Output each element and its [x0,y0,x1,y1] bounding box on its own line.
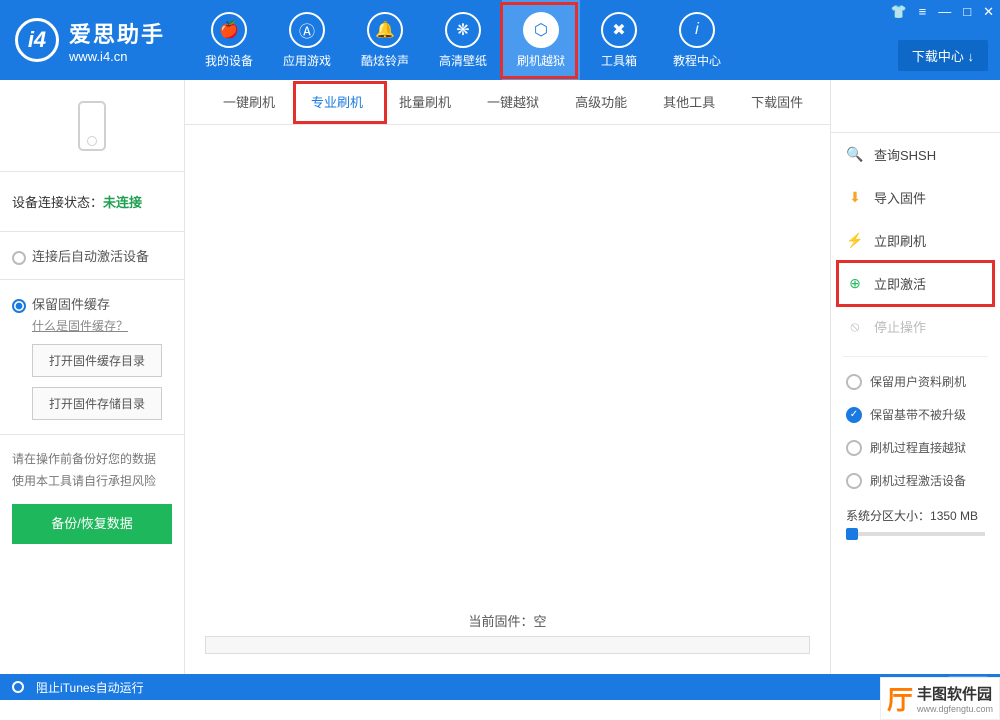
logo-area: i4 爱思助手 www.i4.cn [0,17,190,64]
open-store-dir-button[interactable]: 打开固件存储目录 [32,387,162,420]
box-icon: ⬡ [523,12,559,48]
watermark: 厅 丰图软件园www.dgfengtu.com [880,677,1000,720]
option-keep-user-data[interactable]: 保留用户资料刷机 [831,365,1000,398]
nav-my-device[interactable]: 🍎我的设备 [190,0,268,80]
radio-icon[interactable] [12,251,26,265]
action-import-firmware[interactable]: ⬇导入固件 [831,176,1000,219]
radio-checked-icon [846,407,862,423]
tab-pro-flash[interactable]: 专业刷机 [293,80,381,125]
info-icon: 𝑖 [679,12,715,48]
globe-icon: ⊕ [846,275,864,293]
nav-ringtones[interactable]: 🔔酷炫铃声 [346,0,424,80]
left-sidebar: 设备连接状态：未连接 连接后自动激活设备 保留固件缓存 什么是固件缓存？ 打开固… [0,80,185,674]
status-bar: 阻止iTunes自动运行 V7.72 检查 [0,674,1000,700]
nav-apps[interactable]: Ⓐ应用游戏 [268,0,346,80]
action-flash-now[interactable]: ⚡立即刷机 [831,219,1000,262]
center-panel: 一键刷机 专业刷机 批量刷机 一键越狱 高级功能 其他工具 下载固件 当前固件：… [185,80,830,674]
device-preview [0,80,184,172]
app-url: www.i4.cn [69,49,165,64]
status-value: 未连接 [103,195,142,210]
sub-tab-bar: 一键刷机 专业刷机 批量刷机 一键越狱 高级功能 其他工具 下载固件 [185,80,830,125]
minimize-icon[interactable]: — [938,4,951,20]
appstore-icon: Ⓐ [289,12,325,48]
close-icon[interactable]: ✕ [983,4,994,20]
radio-icon[interactable] [12,681,24,693]
flash-icon: ⚡ [846,232,864,250]
tab-oneclick-flash[interactable]: 一键刷机 [205,80,293,125]
partition-slider[interactable] [846,532,985,536]
action-query-shsh[interactable]: 🔍查询SHSH [831,133,1000,176]
auto-activate-section: 连接后自动激活设备 [0,232,184,280]
tab-advanced[interactable]: 高级功能 [557,80,645,125]
partition-size: 系统分区大小：1350 MB [831,497,1000,546]
backup-section: 请在操作前备份好您的数据 使用本工具请自行承担风险 备份/恢复数据 [0,435,184,558]
action-stop: ⦸停止操作 [831,305,1000,348]
divider [843,356,988,357]
radio-icon [846,473,862,489]
option-keep-baseband[interactable]: 保留基带不被升级 [831,398,1000,431]
radio-icon [846,374,862,390]
app-title: 爱思助手 [69,17,165,49]
option-jailbreak[interactable]: 刷机过程直接越狱 [831,431,1000,464]
tab-other-tools[interactable]: 其他工具 [645,80,733,125]
tshirt-icon[interactable]: 👕 [890,4,906,20]
radio-checked-icon[interactable] [12,299,26,313]
nav-flash-jailbreak[interactable]: ⬡刷机越狱 [502,0,580,80]
phone-icon [78,101,106,151]
watermark-logo-icon: 厅 [887,680,913,717]
apple-icon: 🍎 [211,12,247,48]
main-nav: 🍎我的设备 Ⓐ应用游戏 🔔酷炫铃声 ❋高清壁纸 ⬡刷机越狱 ✖工具箱 𝑖教程中心 [190,0,736,80]
app-header: i4 爱思助手 www.i4.cn 🍎我的设备 Ⓐ应用游戏 🔔酷炫铃声 ❋高清壁… [0,0,1000,80]
maximize-icon[interactable]: □ [963,4,971,20]
stop-icon: ⦸ [846,318,864,336]
current-firmware-label: 当前固件：空 [205,611,810,630]
window-controls: 👕 ≡ — □ ✕ [890,4,994,20]
tab-download-fw[interactable]: 下载固件 [733,80,821,125]
logo-icon: i4 [15,18,59,62]
flower-icon: ❋ [445,12,481,48]
firmware-area: 当前固件：空 [185,125,830,674]
backup-restore-button[interactable]: 备份/恢复数据 [12,504,172,543]
radio-icon [846,440,862,456]
nav-toolbox[interactable]: ✖工具箱 [580,0,658,80]
nav-tutorials[interactable]: 𝑖教程中心 [658,0,736,80]
bell-icon: 🔔 [367,12,403,48]
cache-help-link[interactable]: 什么是固件缓存？ [32,317,172,334]
nav-wallpaper[interactable]: ❋高清壁纸 [424,0,502,80]
progress-bar [205,636,810,654]
download-center-button[interactable]: 下载中心 ↓ [898,40,988,71]
tools-icon: ✖ [601,12,637,48]
import-icon: ⬇ [846,189,864,207]
itunes-block-toggle[interactable]: 阻止iTunes自动运行 [36,679,144,696]
open-cache-dir-button[interactable]: 打开固件缓存目录 [32,344,162,377]
search-icon: 🔍 [846,146,864,164]
tab-oneclick-jailbreak[interactable]: 一键越狱 [469,80,557,125]
connection-status: 设备连接状态：未连接 [0,172,184,232]
cache-section: 保留固件缓存 什么是固件缓存？ 打开固件缓存目录 打开固件存储目录 [0,280,184,435]
menu-icon[interactable]: ≡ [919,4,927,20]
tab-batch-flash[interactable]: 批量刷机 [381,80,469,125]
right-sidebar: 🔍查询SHSH ⬇导入固件 ⚡立即刷机 ⊕立即激活 ⦸停止操作 保留用户资料刷机… [830,80,1000,674]
option-activate-after[interactable]: 刷机过程激活设备 [831,464,1000,497]
action-activate-now[interactable]: ⊕立即激活 [831,262,1000,305]
